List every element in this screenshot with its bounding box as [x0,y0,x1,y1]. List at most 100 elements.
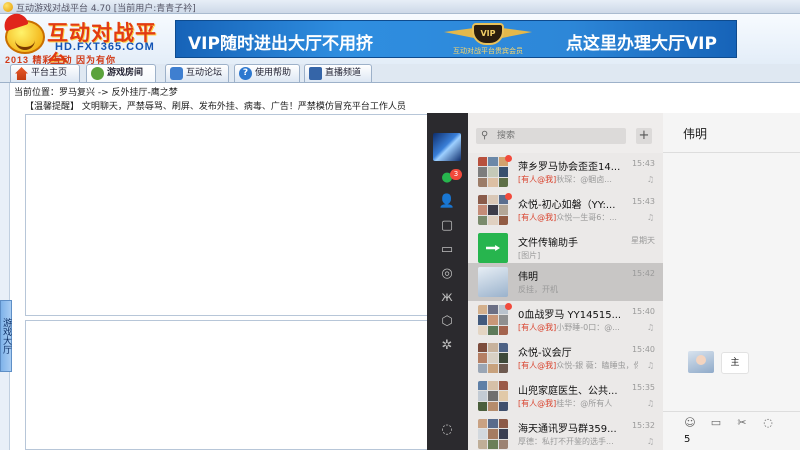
scissors-icon[interactable]: ✂ [735,416,749,430]
group-avatar [478,419,508,449]
search-input[interactable] [497,129,617,143]
main-tabs: 平台主页 游戏房间 互动论坛 ? 使用帮助 直播频道 [10,64,800,82]
chat-header: 伟明 [663,113,800,153]
miniprogram-icon[interactable]: ⬡ [438,313,456,331]
room-pane-top[interactable] [25,114,428,316]
mute-bell-icon: ♫ [646,323,654,332]
conversation-preview: [有人@我]小野睡-0口：@... [518,323,620,332]
conversation-item[interactable]: 海天通讯罗马群359... 15:32 厚德：私打不开鉴的选手... ♫ [468,415,663,450]
contacts-icon[interactable]: 👤 [438,193,456,211]
notice-text: 【温馨提醒】 文明聊天，严禁辱骂、刷屏、发布外挂、病毒、广告！严禁模仿冒充平台工… [25,102,406,112]
unread-dot [505,155,512,162]
conversation-preview: [有人@我]桂华：@所有人 [518,399,613,408]
mute-bell-icon: ♫ [646,175,654,184]
platform-header: 互动对战平台 HD.FXT365.COM 2013 精彩互动 因为有你 VIP随… [0,10,800,75]
add-chat-button[interactable]: + [636,128,652,144]
conversation-name: 0血战罗马 YY14515... [518,310,622,321]
gamepad-icon [91,67,104,80]
group-avatar [478,157,508,187]
conversation-name: 伟明 [518,272,538,283]
conversation-time: 15:32 [631,421,655,430]
conversation-preview: [有人@我]众悦-銀 薇：瞌睡虫，你... [518,361,638,370]
conversation-item[interactable]: 山兜家庭医生、公共... 15:35 [有人@我]桂华：@所有人 ♫ [468,377,663,415]
file-transfer-icon [478,233,508,263]
wechat-sidebar: ● 3 👤 ▢ ▭ ◎ ж ⬡ ✲ ◌ [427,113,468,450]
badge-shield: VIP [472,23,504,45]
group-avatar [478,343,508,373]
tv-icon [309,67,322,80]
unread-dot [505,303,512,310]
conversation-name: 文件传输助手 [518,238,578,249]
conversation-name: 海天通讯罗马群359... [518,424,617,435]
search-box[interactable]: ⚲ [476,128,626,144]
side-tab-game-hall[interactable]: 游戏大厅 [0,300,12,372]
message-bubble: 主 [721,352,749,374]
chat-title: 伟明 [683,127,708,141]
banner-right-text: 点这里办理大厅VIP [566,34,717,54]
mute-bell-icon: ♫ [646,399,654,408]
conversation-time: 15:35 [631,383,655,392]
tab-label: 游戏房间 [107,68,144,78]
chat-toolbar: ☺ ▭ ✂ ◌ [663,411,800,431]
badge-wing-right [502,28,532,38]
conversation-item[interactable]: 众悦-初心如磐（YY:... 15:43 [有人@我]众悦—生哥6：... ♫ [468,191,663,229]
tab-label: 平台主页 [31,68,68,78]
chat-panel: 伟明 主 ☺ ▭ ✂ ◌ 5 [663,113,800,450]
conversation-preview: 厚德：私打不开鉴的选手... [518,437,614,446]
wechat-window: ● 3 👤 ▢ ▭ ◎ ж ⬡ ✲ ◌ ⚲ + 萍乡罗马协会歪歪14... 15… [427,113,800,450]
conversation-item[interactable]: 文件传输助手 星期天 [图片] [468,229,663,267]
left-strip [0,83,10,450]
tab-label: 互动论坛 [186,68,223,78]
emoji-icon[interactable]: ☺ [683,416,697,430]
banner-left-text: VIP随时进出大厅不用挤 [188,34,373,54]
conversation-item[interactable]: 众悦-议会厅 15:40 [有人@我]众悦-銀 薇：瞌睡虫，你... ♫ [468,339,663,377]
tab-forum[interactable]: 互动论坛 [165,64,229,82]
conversation-preview: 反挂，开机 [518,285,558,294]
title-bar: 互动游戏对战平台 4.70 [当前用户:青青子衿] [0,0,800,14]
moments-icon[interactable]: ◎ [438,265,456,283]
conversation-name: 萍乡罗马协会歪歪14... [518,162,621,173]
unread-dot [505,193,512,200]
conversation-name: 众悦-初心如磐（YY:... [518,200,616,211]
user-avatar[interactable] [433,133,461,161]
sender-avatar[interactable] [688,351,714,373]
conversation-time: 15:40 [631,307,655,316]
platform-logo[interactable]: 互动对战平台 HD.FXT365.COM 2013 精彩互动 因为有你 [1,10,173,75]
conversation-item[interactable]: 萍乡罗马协会歪歪14... 15:43 [有人@我]秋琛：@蝈卤... ♫ [468,153,663,191]
search-icon: ⚲ [481,130,489,141]
mute-bell-icon: ♫ [646,361,654,370]
mute-bell-icon: ♫ [646,437,654,446]
conversation-list: ⚲ + 萍乡罗马协会歪歪14... 15:43 [有人@我]秋琛：@蝈卤... … [468,113,663,450]
cube-icon[interactable]: ▢ [438,217,456,235]
logo-url: HD.FXT365.COM [55,41,155,53]
tab-live[interactable]: 直播频道 [304,64,372,82]
help-icon: ? [239,67,252,80]
room-pane-bottom[interactable] [25,320,428,450]
tab-game-room[interactable]: 游戏房间 [86,64,156,82]
group-avatar [478,195,508,225]
forum-icon [170,67,183,80]
tab-label: 直播频道 [325,68,362,78]
folder-icon[interactable]: ▭ [709,416,723,430]
vip-banner[interactable]: VIP随时进出大厅不用挤 VIP 互动对战平台贵宾会员 点这里办理大厅VIP [175,20,737,58]
conversation-time: 星期天 [631,236,655,245]
phone-icon[interactable]: ◌ [438,421,456,439]
discover-icon[interactable]: ✲ [438,337,456,355]
conversation-preview: [图片] [518,251,541,260]
tab-help[interactable]: ? 使用帮助 [234,64,300,82]
conversation-preview: [有人@我]秋琛：@蝈卤... [518,175,612,184]
group-avatar [478,305,508,335]
folder-icon[interactable]: ▭ [438,241,456,259]
conversation-preview: [有人@我]众悦—生哥6：... [518,213,617,222]
conversation-time: 15:42 [631,269,655,278]
conversation-item-selected[interactable]: 伟明 15:42 反挂，开机 [468,263,663,301]
message-input[interactable]: 5 [684,434,690,445]
butterfly-icon[interactable]: ж [438,289,456,307]
conversation-item[interactable]: 0血战罗马 YY14515... 15:40 [有人@我]小野睡-0口：@...… [468,301,663,339]
conversation-time: 15:43 [631,159,655,168]
tab-label: 使用帮助 [255,68,292,78]
conversation-time: 15:43 [631,197,655,206]
conversation-name: 众悦-议会厅 [518,348,572,359]
tab-home[interactable]: 平台主页 [10,64,80,82]
chat-history-icon[interactable]: ◌ [761,416,775,430]
